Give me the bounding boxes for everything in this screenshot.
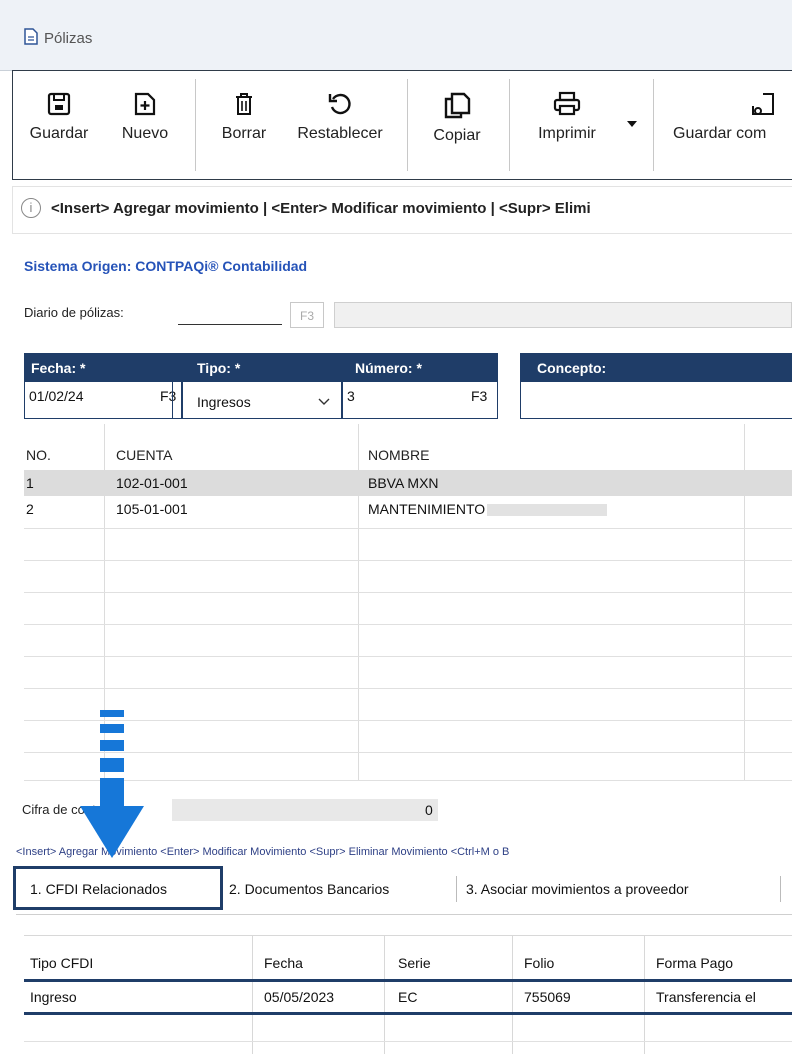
- column-header-cuenta[interactable]: CUENTA: [116, 424, 173, 468]
- column-header-forma-pago[interactable]: Forma Pago: [656, 955, 733, 971]
- column-header-serie[interactable]: Serie: [398, 955, 431, 971]
- journal-label: Diario de pólizas:: [24, 305, 124, 320]
- numero-value[interactable]: 3: [347, 388, 355, 404]
- fecha-field[interactable]: Fecha: * 01/02/24 F3: [24, 353, 182, 419]
- chevron-down-icon[interactable]: [318, 398, 330, 406]
- grid-line: [24, 592, 792, 593]
- journal-description-field[interactable]: [334, 302, 792, 328]
- concepto-label: Concepto:: [521, 354, 792, 382]
- save-as-button[interactable]: Guardar com: [663, 71, 792, 179]
- tab-asociar-proveedor[interactable]: 3. Asociar movimientos a proveedor: [466, 868, 689, 910]
- column-header-no[interactable]: NO.: [26, 424, 51, 468]
- numero-field[interactable]: Número: * 3 F3: [342, 353, 498, 419]
- panel-border: [16, 914, 792, 915]
- table-row[interactable]: Ingreso 05/05/2023 EC 755069 Transferenc…: [24, 983, 792, 1009]
- copy-button[interactable]: Copiar: [419, 71, 495, 179]
- tipo-value[interactable]: Ingresos: [197, 394, 251, 410]
- delete-button[interactable]: Borrar: [209, 71, 279, 179]
- tab-separator: [456, 876, 457, 902]
- grid-line: [24, 688, 792, 689]
- tipo-select[interactable]: Tipo: * Ingresos: [182, 353, 342, 419]
- new-button[interactable]: Nuevo: [109, 71, 181, 179]
- table-row[interactable]: 2 105-01-001 MANTENIMIENTO: [24, 496, 792, 522]
- control-total-field: [172, 799, 438, 821]
- redacted-text: [487, 504, 608, 517]
- grid-line: [24, 528, 792, 529]
- fecha-f3-button[interactable]: F3: [160, 388, 176, 404]
- system-origin-value: CONTPAQi® Contabilidad: [135, 258, 308, 274]
- shortcut-hint: <Insert> Agregar movimiento | <Enter> Mo…: [51, 200, 591, 217]
- numero-f3-button[interactable]: F3: [471, 388, 487, 404]
- window-title: Pólizas: [44, 30, 93, 47]
- new-document-icon: [134, 92, 156, 116]
- grid-line: [24, 935, 792, 936]
- column-header-fecha[interactable]: Fecha: [264, 955, 303, 971]
- arrow-down-icon: [80, 710, 144, 858]
- toolbar: Guardar Nuevo Borrar Restablecer Copiar …: [12, 70, 792, 180]
- fecha-label: Fecha: *: [25, 354, 181, 382]
- title-bar: Pólizas: [0, 0, 792, 71]
- print-dropdown-icon[interactable]: [627, 121, 637, 127]
- column-header-nombre[interactable]: NOMBRE: [368, 424, 429, 468]
- toolbar-separator: [653, 79, 654, 171]
- toolbar-separator: [195, 79, 196, 171]
- grid-line: [24, 1041, 792, 1042]
- tipo-label: Tipo: *: [183, 354, 341, 382]
- divider: [172, 381, 173, 419]
- column-header-tipo-cfdi[interactable]: Tipo CFDI: [30, 955, 93, 971]
- tab-separator: [780, 876, 781, 902]
- system-origin: Sistema Origen: CONTPAQi® Contabilidad: [24, 258, 308, 274]
- numero-label: Número: *: [343, 354, 497, 382]
- printer-icon: [553, 91, 581, 116]
- info-icon: i: [21, 198, 41, 218]
- save-as-icon: [752, 93, 774, 115]
- highlight-line: [24, 979, 792, 982]
- fecha-value[interactable]: 01/02/24: [29, 388, 84, 404]
- concepto-field[interactable]: Concepto:: [520, 353, 792, 419]
- grid-line: [24, 656, 792, 657]
- info-bar: i <Insert> Agregar movimiento | <Enter> …: [12, 186, 792, 234]
- journal-f3-button[interactable]: F3: [290, 302, 324, 328]
- grid-line: [24, 624, 792, 625]
- grid-line: [24, 560, 792, 561]
- trash-icon: [236, 93, 252, 115]
- cfdi-grid[interactable]: Tipo CFDI Fecha Serie Folio Forma Pago I…: [24, 935, 792, 1054]
- restore-icon: [328, 93, 351, 115]
- document-icon: [24, 28, 38, 45]
- tab-cfdi-relacionados[interactable]: 1. CFDI Relacionados: [30, 868, 167, 910]
- table-row[interactable]: 1 102-01-001 BBVA MXN: [24, 470, 792, 496]
- highlight-line: [24, 1012, 792, 1015]
- save-icon: [47, 92, 71, 116]
- save-button[interactable]: Guardar: [17, 71, 101, 179]
- control-total-value: 0: [425, 802, 433, 818]
- toolbar-separator: [407, 79, 408, 171]
- toolbar-separator: [509, 79, 510, 171]
- journal-code-underline[interactable]: [178, 324, 282, 325]
- column-header-folio[interactable]: Folio: [524, 955, 554, 971]
- copy-icon: [444, 92, 471, 119]
- restore-button[interactable]: Restablecer: [283, 71, 397, 179]
- print-button[interactable]: Imprimir: [519, 71, 615, 179]
- tab-documentos-bancarios[interactable]: 2. Documentos Bancarios: [229, 868, 389, 910]
